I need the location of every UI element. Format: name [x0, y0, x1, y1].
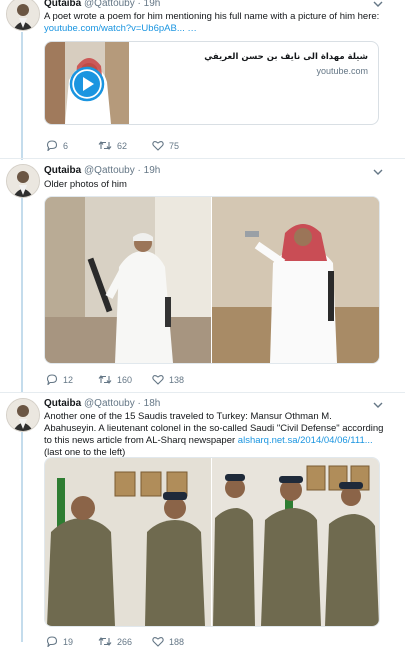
link-ellipsis: … — [184, 23, 197, 34]
retweet-count: 62 — [117, 140, 128, 151]
photo-grid — [44, 196, 380, 364]
tweet-header: Qutaiba @Qattouby · 19h — [44, 165, 160, 177]
retweet-icon — [98, 637, 112, 646]
tweet-link[interactable]: youtube.com/watch?v=Ub6pAB... — [44, 23, 185, 34]
author-name[interactable]: Qutaiba — [44, 398, 81, 409]
author-handle[interactable]: @Qattouby — [84, 398, 135, 409]
tweet-time[interactable]: 19h — [144, 0, 161, 9]
retweet-icon — [98, 375, 112, 384]
card-title[interactable]: شيلة مهداة الى نايف بن حسن العريفي — [204, 52, 368, 62]
photo-2[interactable] — [212, 197, 379, 363]
photo-2[interactable] — [212, 458, 379, 626]
like-count: 138 — [169, 374, 185, 385]
tweet-divider — [0, 158, 405, 159]
reply-icon — [46, 140, 58, 151]
photo-1[interactable] — [45, 458, 211, 626]
play-icon[interactable] — [69, 66, 105, 102]
reply-count: 12 — [63, 374, 74, 385]
reply-count: 19 — [63, 636, 74, 647]
chevron-down-icon[interactable] — [373, 0, 383, 8]
tweet-body: A poet wrote a poem for him mentioning h… — [44, 11, 380, 22]
link-card[interactable]: شيلة مهداة الى نايف بن حسن العريفي youtu… — [44, 41, 379, 125]
tweet-3[interactable]: Qutaiba @Qattouby · 18h Another one of t… — [0, 394, 405, 651]
retweet-button[interactable]: 160 — [98, 374, 132, 385]
like-icon — [152, 375, 164, 385]
tweet-actions: 19 266 188 — [44, 636, 344, 650]
dot-separator: · — [137, 165, 141, 176]
avatar[interactable] — [6, 398, 40, 432]
reply-button[interactable]: 12 — [46, 374, 73, 385]
retweet-count: 266 — [117, 636, 133, 647]
avatar[interactable] — [6, 0, 40, 31]
like-count: 188 — [169, 636, 185, 647]
like-button[interactable]: 138 — [152, 374, 184, 385]
dot-separator: · — [137, 0, 141, 9]
retweet-icon — [98, 141, 112, 150]
author-handle[interactable]: @Qattouby — [84, 165, 135, 176]
like-icon — [152, 637, 164, 647]
like-count: 75 — [169, 140, 180, 151]
tweet-2[interactable]: Qutaiba @Qattouby · 19h Older photos of … — [0, 160, 405, 392]
reply-button[interactable]: 6 — [46, 140, 68, 151]
like-button[interactable]: 188 — [152, 636, 184, 647]
avatar[interactable] — [6, 164, 40, 198]
tweet-actions: 12 160 138 — [44, 374, 344, 388]
tweet-link[interactable]: alsharq.net.sa/2014/04/06/111... — [238, 435, 373, 446]
reply-button[interactable]: 19 — [46, 636, 73, 647]
tweet-text: Older photos of him — [44, 179, 127, 190]
retweet-button[interactable]: 62 — [98, 140, 127, 151]
photo-1[interactable] — [45, 197, 211, 363]
reply-icon — [46, 374, 58, 385]
like-icon — [152, 141, 164, 151]
tweet-1[interactable]: Qutaiba @Qattouby · 19h A poet wrote a p… — [0, 0, 405, 158]
tweet-time[interactable]: 19h — [144, 165, 161, 176]
retweet-count: 160 — [117, 374, 133, 385]
tweet-text: A poet wrote a poem for him mentioning h… — [44, 11, 384, 35]
author-handle[interactable]: @Qattouby — [84, 0, 135, 9]
video-thumbnail[interactable] — [45, 42, 129, 124]
tweet-time[interactable]: 18h — [144, 398, 161, 409]
retweet-button[interactable]: 266 — [98, 636, 132, 647]
reply-icon — [46, 636, 58, 647]
card-domain: youtube.com — [316, 66, 368, 76]
tweet-header: Qutaiba @Qattouby · 19h — [44, 0, 160, 10]
chevron-down-icon[interactable] — [373, 168, 383, 176]
chevron-down-icon[interactable] — [373, 401, 383, 409]
tweet-actions: 6 62 75 — [44, 140, 344, 154]
tweet-divider — [0, 392, 405, 393]
tweet-text: Another one of the 15 Saudis traveled to… — [44, 411, 384, 459]
reply-count: 6 — [63, 140, 69, 151]
photo-grid — [44, 457, 380, 627]
author-name[interactable]: Qutaiba — [44, 0, 81, 9]
dot-separator: · — [137, 398, 141, 409]
author-name[interactable]: Qutaiba — [44, 165, 81, 176]
like-button[interactable]: 75 — [152, 140, 179, 151]
tweet-header: Qutaiba @Qattouby · 18h — [44, 398, 160, 410]
